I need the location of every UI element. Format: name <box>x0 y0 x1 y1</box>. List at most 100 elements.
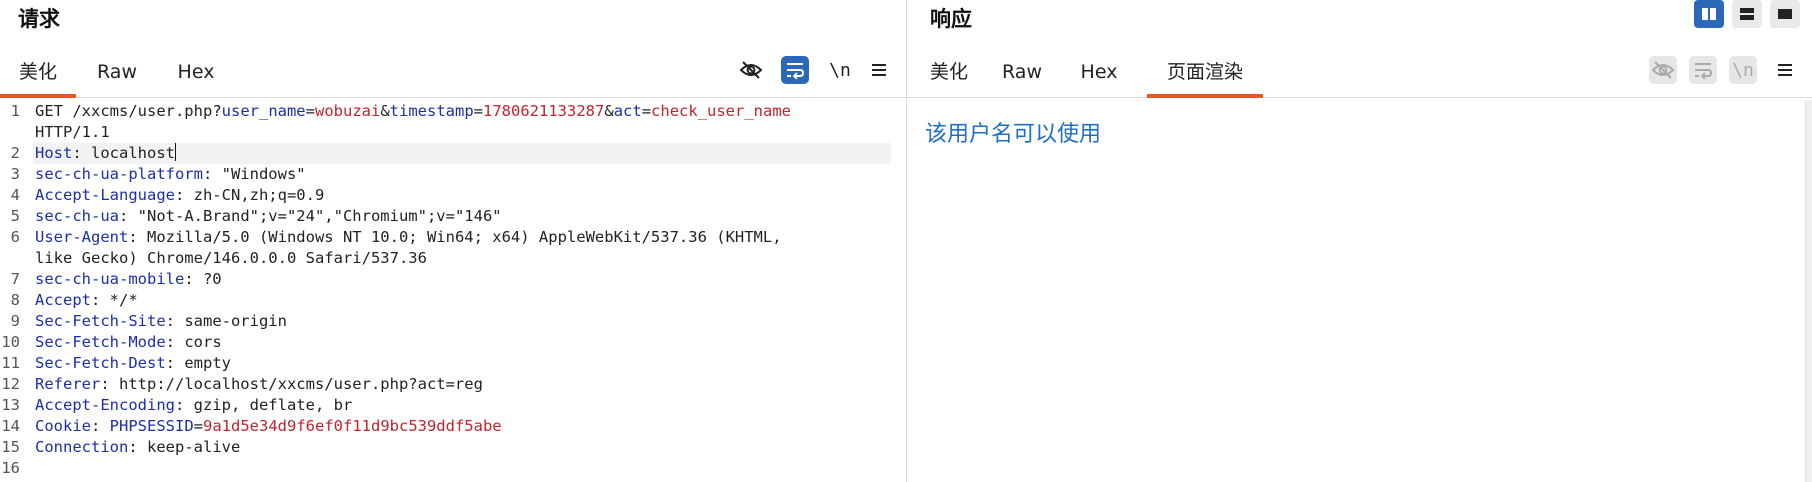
code-line[interactable]: 10 Sec-Fetch-Mode: cors <box>0 332 906 353</box>
line-text: Cookie: PHPSESSID=9a1d5e34d9f6ef0f11d9bc… <box>35 416 502 437</box>
response-tab-render[interactable]: 页面渲染 <box>1147 50 1263 98</box>
header-key: timestamp <box>389 102 474 120</box>
code-text: = <box>641 102 652 120</box>
header-key: Sec-Fetch-Dest <box>35 354 166 372</box>
code-text: : "Not-A.Brand";v="24","Chromium";v="146… <box>119 207 502 225</box>
code-text: & <box>604 102 614 120</box>
code-text: : zh-CN,zh;q=0.9 <box>174 186 325 204</box>
line-number: 11 <box>1 354 20 372</box>
code-line[interactable]: 3 sec-ch-ua-platform: "Windows" <box>0 164 906 185</box>
line-text: Referer: http://localhost/xxcms/user.php… <box>35 374 483 395</box>
header-key: Sec-Fetch-Mode <box>35 333 166 351</box>
code-text: = <box>473 102 484 120</box>
line-number: 1 <box>10 102 20 120</box>
code-line[interactable]: 15 Connection: keep-alive <box>0 437 906 458</box>
code-line[interactable]: 2 Host: localhost <box>11 143 891 164</box>
line-text: GET /xxcms/user.php?user_name=wobuzai&ti… <box>35 101 791 122</box>
line-number: 7 <box>10 270 20 288</box>
code-text: : "Windows" <box>202 165 306 183</box>
header-key: Host <box>35 144 73 162</box>
code-line[interactable]: 9 Sec-Fetch-Site: same-origin <box>0 311 906 332</box>
code-text: : localhost <box>72 144 175 162</box>
line-number: 10 <box>1 333 20 351</box>
header-key: Cookie <box>35 417 91 435</box>
response-render-area: 该用户名可以使用 <box>907 100 1805 482</box>
header-key: sec-ch-ua-platform <box>35 165 203 183</box>
line-number: 14 <box>1 417 20 435</box>
code-text: GET /xxcms/user.php <box>35 102 213 120</box>
line-text: Accept-Encoding: gzip, deflate, br <box>35 395 352 416</box>
param-value: check_user_name <box>651 102 792 120</box>
code-line[interactable]: 1 GET /xxcms/user.php?user_name=wobuzai&t… <box>0 101 906 122</box>
hide-nonprintable-icon[interactable] <box>737 56 765 84</box>
code-text: : Mozilla/5.0 (Windows NT 10.0; Win64; x… <box>128 228 782 246</box>
param-value: 1780621133287 <box>483 102 605 120</box>
line-number: 4 <box>10 186 20 204</box>
header-key: Accept <box>35 291 91 309</box>
response-pane: 响应 美化 Raw Hex 页面渲染 \n 该用户名可以使用 <box>907 0 1812 482</box>
response-tab-hex[interactable]: Hex <box>1067 50 1131 98</box>
line-text: like Gecko) Chrome/146.0.0.0 Safari/537.… <box>35 248 427 269</box>
code-text: = <box>305 102 315 120</box>
code-text: ? <box>212 102 222 120</box>
line-text: Connection: keep-alive <box>35 437 240 458</box>
line-number: 5 <box>10 207 20 225</box>
code-line[interactable]: 6 User-Agent: Mozilla/5.0 (Windows NT 10.… <box>0 227 906 248</box>
newline-toggle-icon[interactable]: \n <box>1729 56 1757 84</box>
header-key: User-Agent <box>35 228 129 246</box>
request-tab-pretty[interactable]: 美化 <box>0 50 76 98</box>
layout-side-by-side-icon[interactable] <box>1694 0 1724 28</box>
newline-toggle-icon[interactable]: \n <box>826 56 854 84</box>
code-line[interactable]: 13 Accept-Encoding: gzip, deflate, br <box>0 395 906 416</box>
header-key: Connection <box>35 438 129 456</box>
response-tab-raw[interactable]: Raw <box>989 50 1055 98</box>
word-wrap-icon[interactable] <box>781 56 809 84</box>
code-line[interactable]: 12 Referer: http://localhost/xxcms/user.p… <box>0 374 906 395</box>
code-line[interactable]: 16 <box>0 458 906 479</box>
line-number: 15 <box>1 438 20 456</box>
response-scrollbar[interactable] <box>1805 100 1812 482</box>
code-line[interactable]: 7 sec-ch-ua-mobile: ?0 <box>0 269 906 290</box>
code-text: : <box>91 417 110 435</box>
header-key: Accept-Encoding <box>35 396 175 414</box>
word-wrap-icon[interactable] <box>1689 56 1717 84</box>
request-tabbar: 美化 Raw Hex \n <box>0 50 906 98</box>
line-number: 12 <box>1 375 20 393</box>
code-line[interactable]: HTTP/1.1 <box>0 122 906 143</box>
code-text: : http://localhost/xxcms/user.php?act=re… <box>100 375 483 393</box>
header-key: act <box>613 102 642 120</box>
layout-single-icon[interactable] <box>1770 0 1800 28</box>
layout-stacked-icon[interactable] <box>1732 0 1762 28</box>
code-line[interactable]: 4 Accept-Language: zh-CN,zh;q=0.9 <box>0 185 906 206</box>
request-editor[interactable]: 1 GET /xxcms/user.php?user_name=wobuzai&t… <box>0 100 906 482</box>
hide-nonprintable-icon[interactable] <box>1649 56 1677 84</box>
line-number: 3 <box>10 165 20 183</box>
code-line[interactable]: like Gecko) Chrome/146.0.0.0 Safari/537.… <box>0 248 906 269</box>
code-line[interactable]: 11 Sec-Fetch-Dest: empty <box>0 353 906 374</box>
response-tab-pretty[interactable]: 美化 <box>921 50 977 98</box>
layout-switcher <box>1694 0 1800 28</box>
code-line[interactable]: 8 Accept: */* <box>0 290 906 311</box>
request-tab-hex[interactable]: Hex <box>164 50 228 98</box>
request-title: 请求 <box>18 7 60 31</box>
param-value: 9a1d5e34d9f6ef0f11d9bc539ddf5abe <box>203 417 502 435</box>
code-text: : same-origin <box>165 312 287 330</box>
header-key: user_name <box>221 102 306 120</box>
code-line[interactable]: 14 Cookie: PHPSESSID=9a1d5e34d9f6ef0f11d9… <box>0 416 906 437</box>
code-text: : */* <box>91 291 138 309</box>
text-caret <box>174 143 177 161</box>
line-text: Host: localhost <box>35 143 177 164</box>
menu-icon[interactable] <box>865 56 893 84</box>
code-text: : keep-alive <box>128 438 241 456</box>
rendered-message: 该用户名可以使用 <box>925 122 1102 147</box>
code-line[interactable]: 5 sec-ch-ua: "Not-A.Brand";v="24","Chromi… <box>0 206 906 227</box>
line-number: 16 <box>1 459 20 477</box>
line-text: Accept: */* <box>35 290 138 311</box>
menu-icon[interactable] <box>1771 56 1799 84</box>
line-text: Accept-Language: zh-CN,zh;q=0.9 <box>35 185 324 206</box>
line-text: Sec-Fetch-Dest: empty <box>35 353 231 374</box>
code-text: like Gecko) Chrome/146.0.0.0 Safari/537.… <box>35 249 427 267</box>
line-text: sec-ch-ua-mobile: ?0 <box>35 269 222 290</box>
code-text: = <box>193 417 204 435</box>
request-tab-raw[interactable]: Raw <box>84 50 150 98</box>
